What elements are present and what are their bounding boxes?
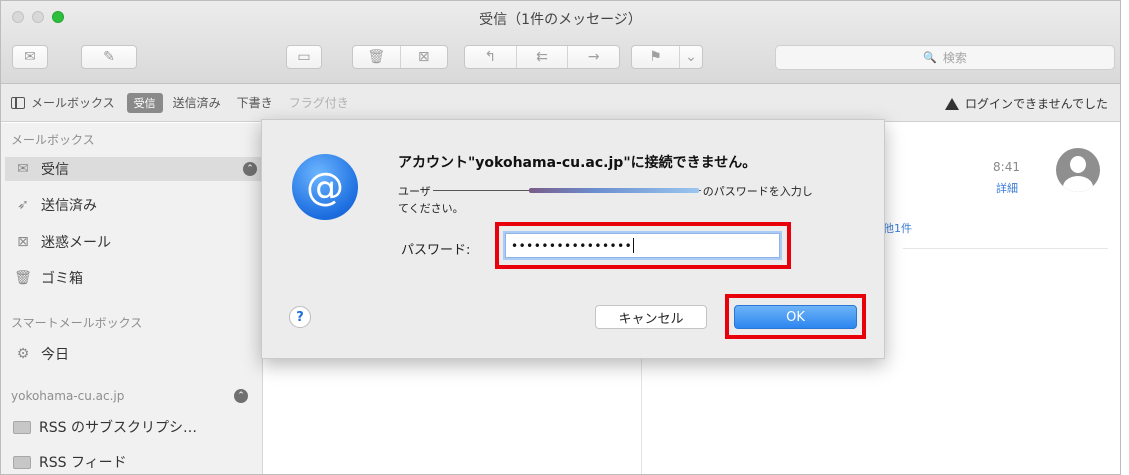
warning-icon — [944, 97, 959, 110]
junk-button[interactable]: ⊠ — [401, 46, 448, 68]
highlight-password-box — [495, 222, 791, 269]
sidebar-item-label: ゴミ箱 — [41, 271, 83, 287]
favorites-bar: メールボックス 受信 送信済み 下書き フラグ付き ログインできませんでした — [1, 84, 1120, 122]
password-label: パスワード: — [401, 243, 471, 258]
delete-junk-group: 🗑 ⊠ — [352, 45, 448, 69]
junk-icon: ⊠ — [417, 49, 430, 65]
sidebar-item-junk[interactable]: ⊠ 迷惑メール — [13, 230, 253, 254]
sidebar-item-label: RSS のサブスクリプシ… — [39, 420, 197, 436]
sidebar-item-trash[interactable]: 🗑 ゴミ箱 — [13, 266, 253, 290]
chevron-icon[interactable]: ⌃ — [243, 162, 257, 176]
reply-all-button[interactable]: ⇇ — [517, 46, 569, 68]
sidebar-item-rss-feed[interactable]: RSS フィード — [13, 450, 253, 474]
highlight-ok-box — [725, 294, 866, 339]
favorite-flagged[interactable]: フラグ付き — [289, 94, 349, 111]
junk-icon: ⊠ — [17, 234, 29, 250]
get-mail-button[interactable]: ✉ — [12, 45, 48, 69]
cancel-button[interactable]: キャンセル — [595, 305, 707, 329]
search-placeholder: 検索 — [942, 51, 967, 65]
flag-group: ⚑ ⌄ — [631, 45, 703, 69]
message-time: 8:41 — [993, 160, 1020, 174]
password-dialog: @ アカウント"yokohama-cu.ac.jp"に接続できません。 ユーザ … — [261, 119, 885, 359]
title-bar: 受信（1件のメッセージ） ✉ ✎ ▭ 🗑 ⊠ ↰ ⇇ → ⚑ ⌄ 🔍 検索 — [1, 1, 1120, 84]
dialog-message-suffix: のパスワードを入力し — [702, 185, 813, 198]
trash-icon: 🗑 — [367, 49, 386, 65]
flag-menu-button[interactable]: ⌄ — [680, 46, 702, 68]
recipient-count[interactable]: 他1件 — [883, 220, 912, 236]
favorite-sent[interactable]: 送信済み — [173, 94, 221, 111]
sidebar-section-account: yokohama-cu.ac.jp — [11, 389, 125, 403]
search-field[interactable]: 🔍 検索 — [775, 45, 1115, 70]
sidebar: メールボックス ✉ 受信 ⌃ ➶ 送信済み ⊠ 迷惑メール 🗑 ゴミ箱 スマート… — [1, 123, 263, 474]
sidebar-item-inbox[interactable]: ✉ 受信 ⌃ — [5, 157, 263, 181]
compose-icon: ✎ — [103, 49, 115, 65]
sidebar-item-label: RSS フィード — [39, 455, 127, 471]
details-link[interactable]: 詳細 — [996, 180, 1018, 196]
inbox-icon: ✉ — [17, 161, 29, 177]
login-warning[interactable]: ログインできませんでした — [944, 95, 1108, 112]
dialog-message: ユーザ のパスワードを入力し — [398, 183, 813, 199]
sidebar-item-label: 受信 — [41, 162, 69, 178]
sidebar-item-label: 送信済み — [41, 198, 97, 214]
mailboxes-toggle[interactable]: メールボックス — [11, 94, 115, 111]
forward-icon: → — [587, 49, 600, 65]
dialog-title: アカウント"yokohama-cu.ac.jp"に接続できません。 — [398, 155, 757, 171]
sidebar-item-label: 迷惑メール — [41, 235, 111, 251]
reply-button[interactable]: ↰ — [465, 46, 517, 68]
search-icon: 🔍 — [923, 51, 937, 64]
sidebar-item-rss-subscriptions[interactable]: RSS のサブスクリプシ… — [13, 415, 253, 439]
paper-plane-icon: ➶ — [17, 197, 29, 213]
sidebar-section-mailboxes: メールボックス — [11, 133, 95, 147]
avatar — [1056, 148, 1100, 192]
redacted-username — [432, 187, 701, 195]
archive-button[interactable]: ▭ — [286, 45, 322, 69]
mail-window: 受信（1件のメッセージ） ✉ ✎ ▭ 🗑 ⊠ ↰ ⇇ → ⚑ ⌄ 🔍 検索 メー… — [0, 0, 1121, 475]
help-button[interactable]: ? — [289, 306, 311, 328]
dialog-message-line2: てください。 — [398, 202, 464, 215]
reply-all-icon: ⇇ — [536, 49, 548, 65]
archive-icon: ▭ — [297, 49, 311, 65]
reply-group: ↰ ⇇ → — [464, 45, 620, 69]
folder-icon — [13, 455, 31, 469]
envelope-icon: ✉ — [24, 49, 36, 65]
flag-icon: ⚑ — [649, 49, 662, 65]
forward-button[interactable]: → — [568, 46, 619, 68]
trash-icon: 🗑 — [14, 270, 32, 286]
login-warning-text: ログインできませんでした — [964, 97, 1108, 111]
favorite-drafts[interactable]: 下書き — [237, 94, 273, 111]
compose-button[interactable]: ✎ — [81, 45, 137, 69]
window-title: 受信（1件のメッセージ） — [479, 12, 642, 28]
sidebar-icon — [11, 96, 25, 109]
sidebar-item-label: 今日 — [41, 347, 69, 363]
sidebar-section-smart: スマートメールボックス — [11, 316, 143, 330]
account-status-icon[interactable]: ⌃ — [234, 389, 248, 403]
mailboxes-label: メールボックス — [31, 96, 115, 110]
divider — [903, 248, 1108, 249]
at-sign-icon: @ — [292, 154, 358, 220]
gear-icon: ⚙ — [16, 346, 30, 362]
reply-icon: ↰ — [484, 49, 497, 65]
flag-button[interactable]: ⚑ — [632, 46, 680, 68]
folder-icon — [13, 420, 31, 434]
trash-button[interactable]: 🗑 — [353, 46, 401, 68]
sidebar-item-sent[interactable]: ➶ 送信済み — [13, 193, 253, 217]
favorite-inbox[interactable]: 受信 — [126, 92, 163, 113]
dialog-message-prefix: ユーザ — [398, 185, 431, 198]
sidebar-item-today[interactable]: ⚙ 今日 — [13, 342, 253, 366]
chevron-down-icon: ⌄ — [685, 49, 697, 65]
